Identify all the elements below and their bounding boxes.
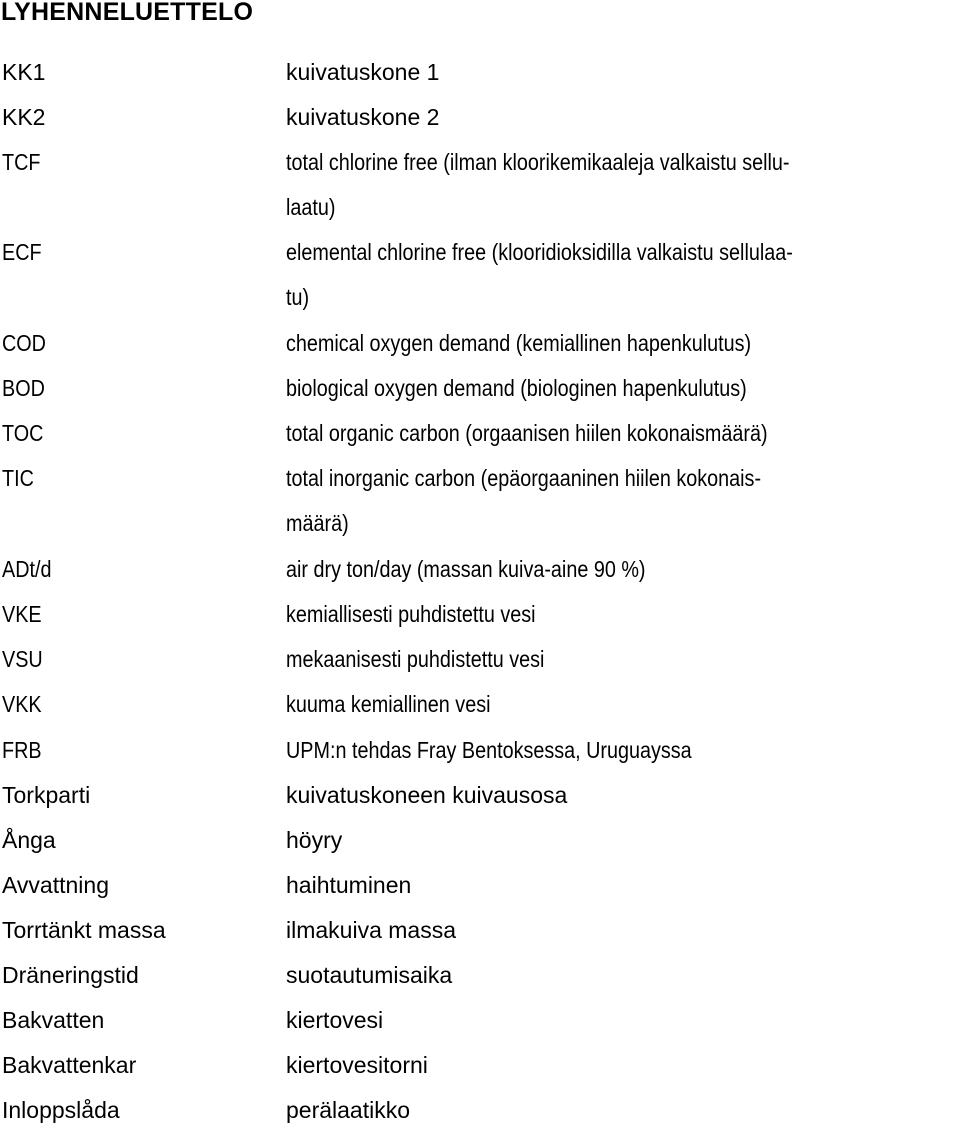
list-item: ADt/d air dry ton/day (massan kuiva-aine… xyxy=(0,555,960,600)
definition-continuation: määrä) xyxy=(286,510,349,536)
definition: kemiallisesti puhdistettu vesi xyxy=(286,601,536,627)
abbreviation: TCF xyxy=(2,149,41,175)
definition: total inorganic carbon (epäorgaaninen hi… xyxy=(286,465,762,491)
abbreviation: Bakvattenkar xyxy=(2,1052,137,1078)
definition: kuivatuskone 2 xyxy=(286,104,440,130)
abbreviation: VKK xyxy=(2,691,42,717)
abbreviation: TOC xyxy=(2,420,44,446)
abbreviation: KK2 xyxy=(2,104,46,130)
list-item-continuation: määrä) xyxy=(0,509,960,554)
abbreviation: VKE xyxy=(2,601,42,627)
definition-continuation: tu) xyxy=(286,284,310,310)
definition: mekaanisesti puhdistettu vesi xyxy=(286,646,545,672)
list-item: VSU mekaanisesti puhdistettu vesi xyxy=(0,645,960,690)
list-item: TIC total inorganic carbon (epäorgaanine… xyxy=(0,464,960,509)
list-item: VKE kemiallisesti puhdistettu vesi xyxy=(0,600,960,645)
list-item: Avvattning haihtuminen xyxy=(0,871,960,916)
abbreviation: Inloppslåda xyxy=(2,1097,120,1123)
list-item: KK1 kuivatuskone 1 xyxy=(0,58,960,103)
list-item: TCF total chlorine free (ilman kloorikem… xyxy=(0,148,960,193)
definition: kuivatuskoneen kuivausosa xyxy=(286,782,568,808)
list-item: ECF elemental chlorine free (klooridioks… xyxy=(0,238,960,283)
definition: perälaatikko xyxy=(286,1097,411,1123)
abbreviation: VSU xyxy=(2,646,43,672)
abbreviation: ADt/d xyxy=(2,556,52,582)
definition: UPM:n tehdas Fray Bentoksessa, Uruguayss… xyxy=(286,737,692,763)
definition: kuivatuskone 1 xyxy=(286,59,440,85)
abbreviation: Torrtänkt massa xyxy=(2,917,166,943)
definition: suotautumisaika xyxy=(286,962,453,988)
list-item: KK2 kuivatuskone 2 xyxy=(0,103,960,148)
list-item: TOC total organic carbon (orgaanisen hii… xyxy=(0,419,960,464)
definition: kiertovesitorni xyxy=(286,1052,428,1078)
list-item: Torkparti kuivatuskoneen kuivausosa xyxy=(0,781,960,826)
list-item: COD chemical oxygen demand (kemiallinen … xyxy=(0,329,960,374)
page-title: LYHENNELUETTELO xyxy=(1,0,254,26)
abbreviation: BOD xyxy=(2,375,45,401)
list-item: Inloppslåda perälaatikko xyxy=(0,1096,960,1141)
definition: total chlorine free (ilman kloorikemikaa… xyxy=(286,149,790,175)
definition: haihtuminen xyxy=(286,872,412,898)
abbreviation: Dräneringstid xyxy=(2,962,139,988)
list-item: Torrtänkt massa ilmakuiva massa xyxy=(0,916,960,961)
definition: elemental chlorine free (klooridioksidil… xyxy=(286,239,793,265)
list-item: Bakvatten kiertovesi xyxy=(0,1006,960,1051)
abbreviation: KK1 xyxy=(2,59,46,85)
definition: biological oxygen demand (biologinen hap… xyxy=(286,375,747,401)
definition: kiertovesi xyxy=(286,1007,384,1033)
abbreviation: Bakvatten xyxy=(2,1007,105,1033)
list-item: FRB UPM:n tehdas Fray Bentoksessa, Urugu… xyxy=(0,736,960,781)
definition: ilmakuiva massa xyxy=(286,917,456,943)
abbreviation: Ånga xyxy=(2,827,56,853)
abbreviation: TIC xyxy=(2,465,34,491)
list-item: Bakvattenkar kiertovesitorni xyxy=(0,1051,960,1096)
list-item: VKK kuuma kemiallinen vesi xyxy=(0,690,960,735)
list-item: Ånga höyry xyxy=(0,826,960,871)
abbreviation: Avvattning xyxy=(2,872,109,898)
list-item-continuation: laatu) xyxy=(0,193,960,238)
abbreviation: Torkparti xyxy=(2,782,91,808)
list-item: Dräneringstid suotautumisaika xyxy=(0,961,960,1006)
definition: höyry xyxy=(286,827,343,853)
abbreviation: FRB xyxy=(2,737,42,763)
abbreviation: ECF xyxy=(2,239,42,265)
definition: kuuma kemiallinen vesi xyxy=(286,691,491,717)
definition: total organic carbon (orgaanisen hiilen … xyxy=(286,420,768,446)
definition-continuation: laatu) xyxy=(286,194,336,220)
definition: chemical oxygen demand (kemiallinen hape… xyxy=(286,330,752,356)
list-item: BOD biological oxygen demand (biologinen… xyxy=(0,374,960,419)
abbreviation: COD xyxy=(2,330,46,356)
definition: air dry ton/day (massan kuiva-aine 90 %) xyxy=(286,556,646,582)
list-item-continuation: tu) xyxy=(0,283,960,328)
